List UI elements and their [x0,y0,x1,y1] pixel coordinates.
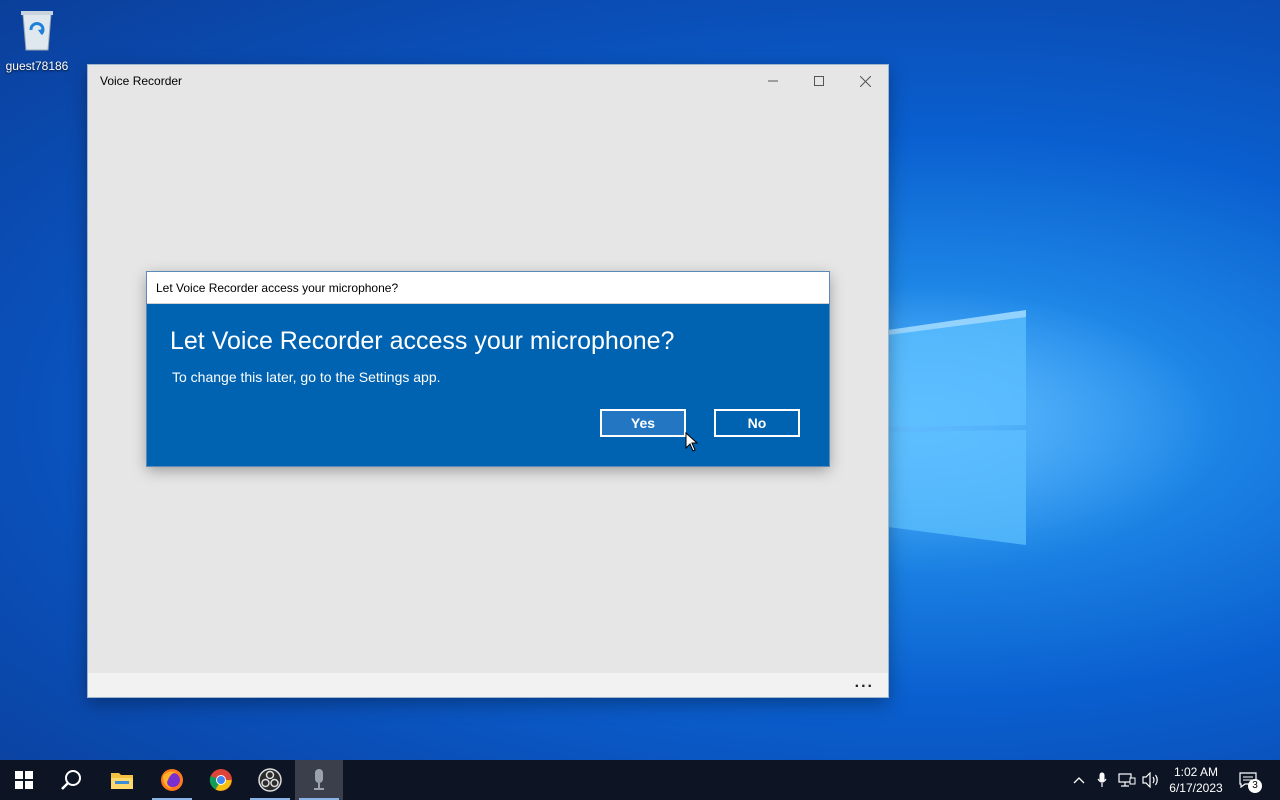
start-button[interactable] [0,760,48,800]
dialog-title: Let Voice Recorder access your microphon… [156,281,399,295]
taskbar-chrome[interactable] [197,760,245,800]
search-icon [61,770,81,790]
close-icon [859,75,871,87]
close-button[interactable] [842,65,888,97]
minimize-icon [768,80,778,82]
file-explorer-icon [111,773,133,789]
microphone-icon [1097,772,1107,787]
dialog-heading: Let Voice Recorder access your microphon… [170,327,675,355]
show-hidden-icons-button[interactable] [1068,760,1090,800]
taskbar-firefox[interactable] [148,760,196,800]
network-icon [1118,773,1136,787]
window-title: Voice Recorder [100,74,183,88]
chevron-up-icon [1073,777,1085,784]
minimize-button[interactable] [750,65,796,97]
taskbar-clock[interactable]: 1:02 AM 6/17/2023 [1160,764,1232,796]
taskbar-obs[interactable] [246,760,294,800]
volume-tray[interactable] [1140,760,1162,800]
dialog-titlebar[interactable]: Let Voice Recorder access your microphon… [147,272,829,304]
taskbar: 1:02 AM 6/17/2023 [0,760,1280,800]
search-button[interactable] [48,760,96,800]
desktop-icon-label: guest78186 [5,59,69,73]
start-icon [15,771,33,789]
wallpaper-windows-logo [888,310,1026,545]
desktop-icon-recycle-bin[interactable]: guest78186 [4,6,70,73]
maximize-button[interactable] [796,65,842,97]
yes-button[interactable]: Yes [600,409,686,437]
maximize-icon [814,76,824,86]
taskbar-file-explorer[interactable] [98,760,146,800]
firefox-icon [161,769,183,791]
volume-icon [1142,772,1158,788]
clock-date: 6/17/2023 [1169,781,1223,795]
dialog-text: To change this later, go to the Settings… [172,369,441,385]
app-bar: ... [88,673,888,697]
window-titlebar[interactable]: Voice Recorder [88,65,888,97]
obs-icon [258,768,282,792]
mouse-cursor-icon [685,432,699,452]
network-tray[interactable] [1116,760,1138,800]
chrome-icon [209,769,232,791]
more-options-button[interactable]: ... [855,674,874,692]
no-button[interactable]: No [714,409,800,437]
microphone-tray[interactable] [1092,760,1112,800]
taskbar-voice-recorder[interactable] [295,760,343,800]
recycle-bin-icon [21,11,53,51]
notification-count-badge: 3 [1248,779,1262,793]
clock-time: 1:02 AM [1173,765,1219,779]
voice-recorder-icon [314,769,324,790]
permission-dialog: Let Voice Recorder access your microphon… [147,272,829,466]
